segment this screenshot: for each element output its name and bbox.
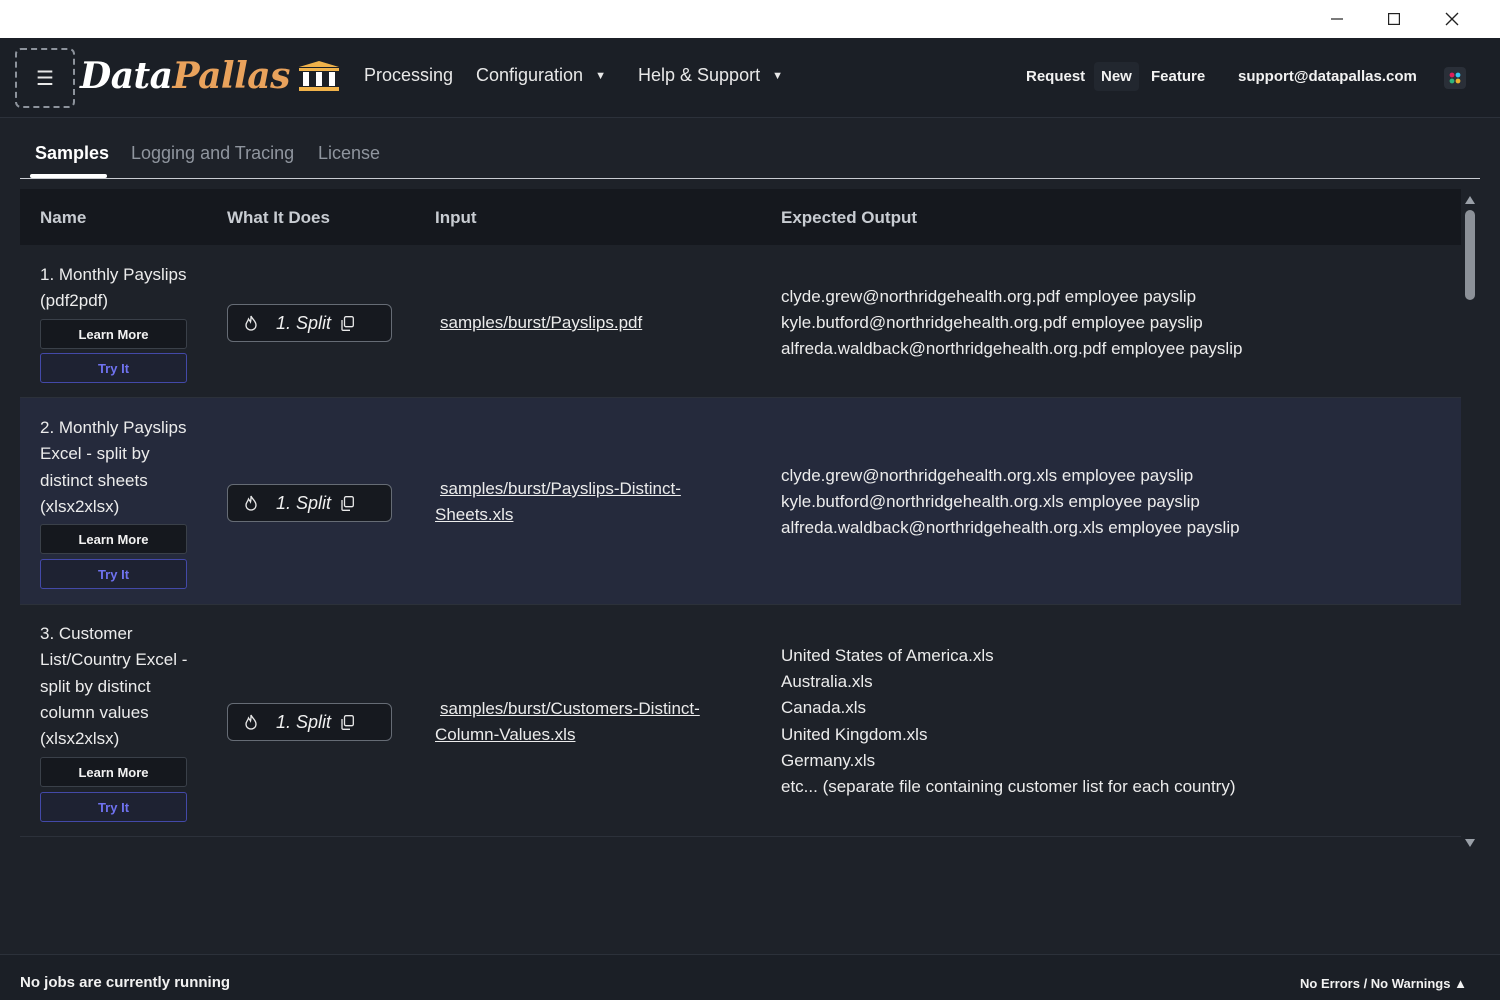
sample-name: 1. Monthly Payslips (pdf2pdf) — [40, 265, 187, 311]
copy-icon — [341, 495, 354, 511]
scrollbar-thumb[interactable] — [1465, 210, 1475, 300]
tab-samples[interactable]: Samples — [35, 143, 109, 164]
try-it-button[interactable]: Try It — [40, 559, 187, 589]
tab-bar: Samples Logging and Tracing License — [20, 118, 1480, 179]
sample-name: 3. Customer List/Country Excel - split b… — [40, 624, 188, 749]
hamburger-menu-icon[interactable]: ☰ — [15, 48, 75, 108]
table-row: 3. Customer List/Country Excel - split b… — [20, 605, 1461, 837]
expected-output: clyde.grew@northridgehealth.org.pdf empl… — [781, 284, 1242, 363]
nav-configuration[interactable]: Configuration ▼ — [476, 65, 606, 86]
caret-down-icon: ▼ — [595, 69, 606, 82]
app-header: ☰ Data Pallas Processing Configuration ▼ … — [0, 38, 1500, 118]
column-header-name: Name — [40, 208, 87, 227]
close-icon[interactable] — [1423, 0, 1480, 38]
table-header: Name What It Does Input Expected Output — [20, 189, 1461, 245]
active-tab-indicator — [30, 174, 107, 178]
expected-output: clyde.grew@northridgehealth.org.xls empl… — [781, 463, 1240, 542]
output-line: kyle.butford@northridgehealth.org.pdf em… — [781, 313, 1203, 333]
tab-license[interactable]: License — [318, 143, 380, 164]
window-titlebar — [0, 0, 1500, 38]
expected-output: United States of America.xls Australia.x… — [781, 643, 1235, 800]
samples-table: Name What It Does Input Expected Output … — [20, 189, 1461, 837]
status-bar: No jobs are currently running No Errors … — [0, 954, 1500, 1000]
learn-more-button[interactable]: Learn More — [40, 319, 187, 349]
output-line: clyde.grew@northridgehealth.org.pdf empl… — [781, 287, 1197, 306]
nav-processing[interactable]: Processing — [364, 65, 453, 86]
input-file-link[interactable]: samples/burst/Customers-Distinct-Column-… — [435, 696, 725, 748]
output-line: Canada.xls — [781, 698, 867, 718]
slack-icon[interactable] — [1444, 67, 1466, 89]
caret-down-icon: ▼ — [772, 69, 783, 82]
feature-link[interactable]: Feature — [1151, 68, 1205, 85]
split-label: 1. Split — [276, 711, 332, 732]
logo-text-pallas: Pallas — [172, 55, 291, 97]
minimize-icon[interactable] — [1308, 0, 1365, 38]
output-line: United Kingdom.xls — [781, 724, 928, 744]
split-button[interactable]: 1. Split — [227, 304, 392, 342]
nav-help-support[interactable]: Help & Support ▼ — [638, 65, 783, 86]
maximize-icon[interactable] — [1365, 0, 1422, 38]
scroll-up-arrow-icon[interactable] — [1464, 193, 1476, 205]
tab-logging-and-tracing[interactable]: Logging and Tracing — [131, 143, 294, 164]
copy-icon — [341, 714, 354, 730]
nav-configuration-label: Configuration — [476, 65, 584, 85]
table-row: 1. Monthly Payslips (pdf2pdf) Learn More… — [20, 245, 1461, 398]
learn-more-button[interactable]: Learn More — [40, 757, 187, 787]
output-line: Germany.xls — [781, 750, 876, 770]
split-label: 1. Split — [276, 312, 332, 333]
learn-more-button[interactable]: Learn More — [40, 524, 187, 554]
try-it-button[interactable]: Try It — [40, 353, 187, 383]
output-line: alfreda.waldback@northridgehealth.org.xl… — [781, 518, 1240, 538]
try-it-button[interactable]: Try It — [40, 792, 187, 822]
pillars-logo-icon — [298, 61, 339, 91]
input-file-link[interactable]: samples/burst/Payslips-Distinct-Sheets.x… — [435, 476, 715, 528]
output-line: alfreda.waldback@northridgehealth.org.pd… — [781, 339, 1243, 359]
split-label: 1. Split — [276, 492, 332, 513]
sample-name: 2. Monthly Payslips Excel - split by dis… — [40, 418, 187, 516]
output-line: Australia.xls — [781, 672, 873, 692]
fire-icon — [245, 714, 257, 730]
column-header-expected-output: Expected Output — [781, 208, 918, 227]
nav-help-support-label: Help & Support — [638, 65, 761, 85]
errors-warnings-toggle[interactable]: No Errors / No Warnings ▲ — [1300, 976, 1467, 991]
logo-text-data: Data — [80, 55, 173, 97]
job-status-text: No jobs are currently running — [20, 974, 231, 991]
split-button[interactable]: 1. Split — [227, 484, 392, 522]
table-row: 2. Monthly Payslips Excel - split by dis… — [20, 398, 1461, 605]
output-line: etc... (separate file containing custome… — [781, 777, 1236, 797]
split-button[interactable]: 1. Split — [227, 703, 392, 741]
input-file-link[interactable]: samples/burst/Payslips.pdf — [440, 310, 740, 336]
datapallas-logo: Data Pallas — [80, 54, 340, 98]
column-header-input: Input — [435, 208, 477, 227]
output-line: United States of America.xls — [781, 646, 994, 665]
column-header-what-it-does: What It Does — [227, 208, 330, 227]
output-line: kyle.butford@northridgehealth.org.xls em… — [781, 492, 1200, 512]
nav-processing-label: Processing — [364, 65, 454, 85]
new-link[interactable]: New — [1094, 62, 1139, 91]
copy-icon — [341, 315, 354, 331]
request-link[interactable]: Request — [1026, 68, 1085, 85]
scroll-down-arrow-icon[interactable] — [1464, 836, 1476, 848]
fire-icon — [245, 495, 257, 511]
output-line: clyde.grew@northridgehealth.org.xls empl… — [781, 466, 1194, 485]
fire-icon — [245, 315, 257, 331]
support-email-link[interactable]: support@datapallas.com — [1238, 68, 1417, 85]
